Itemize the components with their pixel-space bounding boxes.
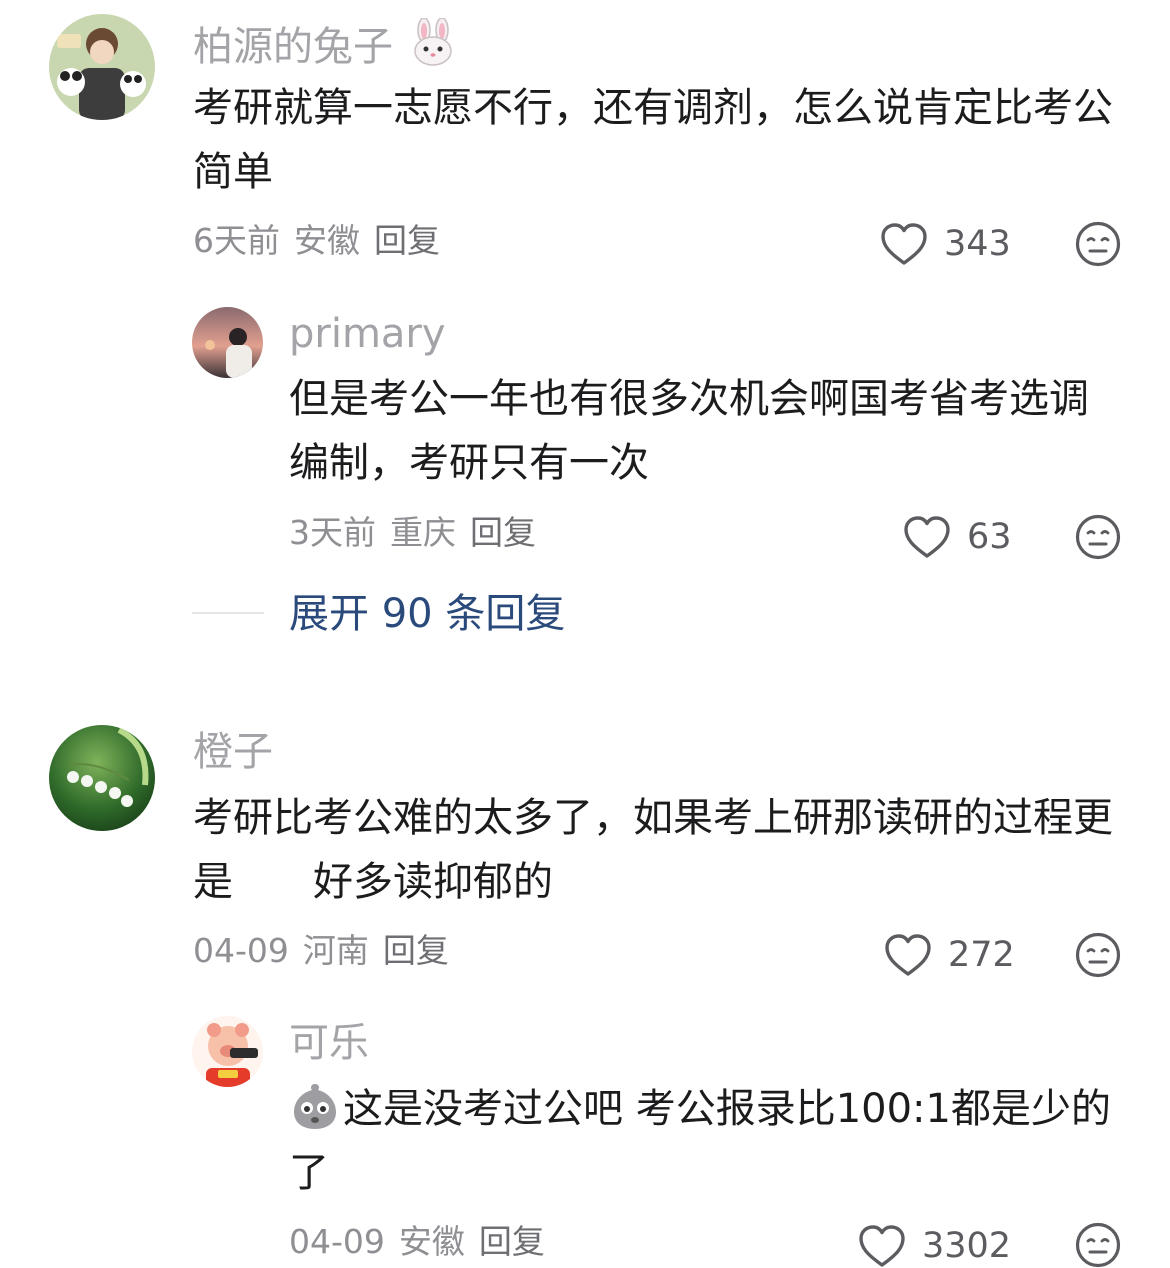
- comment-username[interactable]: 可乐: [289, 1019, 369, 1067]
- reply-button[interactable]: 回复: [383, 931, 449, 970]
- like-count: 272: [948, 935, 1015, 975]
- comment-item: 橙子 考研比考公难的太多了，如果考上研那读研的过程更是 好多读抑郁的 04-09…: [0, 0, 1170, 1268]
- like-count: 3302: [922, 1226, 1012, 1266]
- reply-button[interactable]: 回复: [479, 1222, 545, 1261]
- like-button[interactable]: 272: [884, 933, 1015, 977]
- dislike-button[interactable]: [1075, 932, 1121, 978]
- comment-location: 安徽: [398, 1222, 465, 1261]
- crying-face-emoji: [294, 1084, 336, 1129]
- neutral-face-icon: [1075, 1222, 1121, 1268]
- dislike-button[interactable]: [1075, 1222, 1121, 1268]
- avatar-photo: [49, 725, 155, 831]
- avatar[interactable]: [192, 1016, 263, 1087]
- avatar[interactable]: [49, 725, 155, 831]
- comment-meta: 04-09 河南 回复: [193, 931, 463, 971]
- like-button[interactable]: 3302: [858, 1224, 1011, 1268]
- comment-username[interactable]: 橙子: [193, 728, 273, 776]
- comment-text-body: 这是没考过公吧 考公报录比100:1都是少的了: [289, 1086, 1111, 1196]
- comment-time: 04-09: [289, 1222, 385, 1261]
- comment-meta: 04-09 安徽 回复: [289, 1222, 559, 1262]
- comment-location: 河南: [302, 931, 369, 970]
- neutral-face-icon: [1075, 932, 1121, 978]
- comment-time: 04-09: [193, 931, 289, 970]
- heart-outline-icon: [885, 934, 931, 976]
- comment-text: 这是没考过公吧 考公报录比100:1都是少的了: [289, 1077, 1119, 1205]
- comment-text: 考研比考公难的太多了，如果考上研那读研的过程更是 好多读抑郁的: [193, 795, 1113, 905]
- heart-outline-icon: [859, 1225, 905, 1267]
- avatar-illustration: [192, 1016, 263, 1087]
